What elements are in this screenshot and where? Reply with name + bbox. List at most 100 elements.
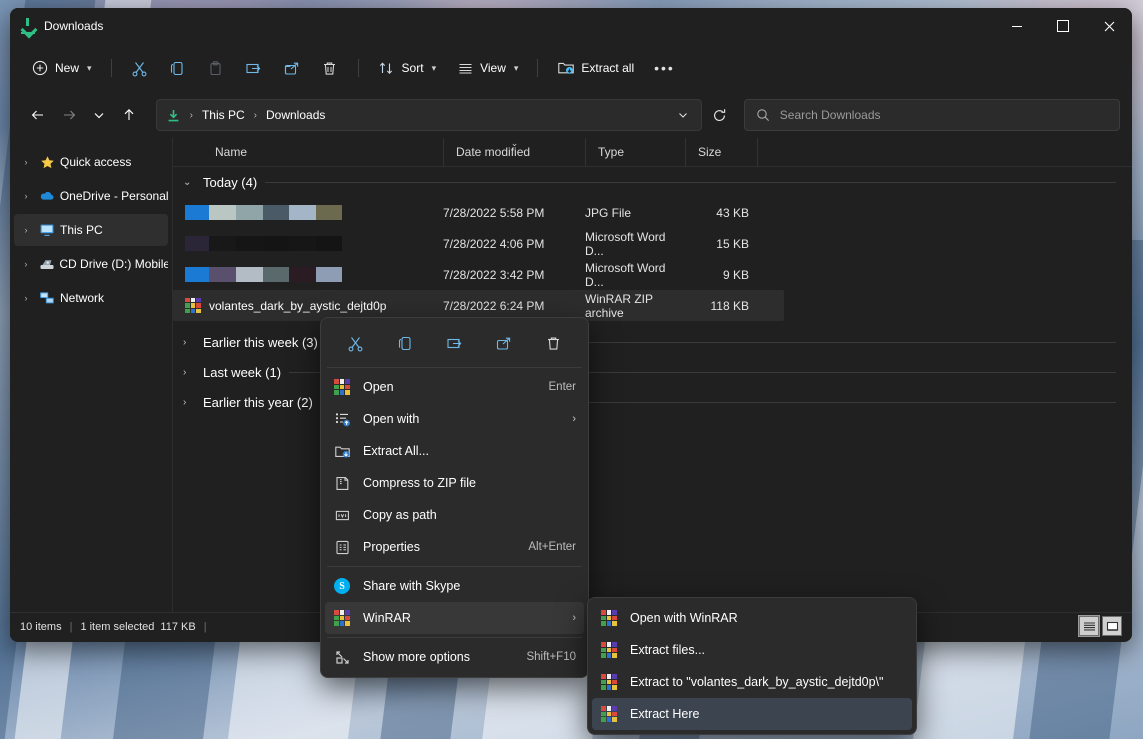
group-header-earlier-this-week[interactable]: › Earlier this week (3) xyxy=(173,327,1132,357)
delete-button[interactable] xyxy=(534,326,572,360)
group-label: Earlier this week (3) xyxy=(203,335,318,350)
close-button[interactable] xyxy=(1086,8,1132,44)
up-button[interactable] xyxy=(115,99,143,131)
submenu-item-extract-here[interactable]: Extract Here xyxy=(592,698,912,730)
sort-button[interactable]: Sort ▾ xyxy=(369,52,446,84)
sidebar-item-onedrive[interactable]: › OneDrive - Personal xyxy=(14,180,168,212)
maximize-button[interactable] xyxy=(1040,8,1086,44)
sidebar-item-cd-drive[interactable]: › CD Drive (D:) Mobile xyxy=(14,248,168,280)
column-header-extra[interactable] xyxy=(757,138,797,167)
winrar-icon xyxy=(600,642,618,658)
menu-item-open-with[interactable]: Open with › xyxy=(325,403,584,435)
menu-item-winrar[interactable]: WinRAR › xyxy=(325,602,584,634)
cut-button[interactable] xyxy=(122,52,158,84)
rename-button[interactable] xyxy=(435,326,473,360)
chevron-right-icon[interactable]: › xyxy=(18,225,34,235)
submenu-item-extract-files[interactable]: Extract files... xyxy=(592,634,912,666)
large-icons-view-icon[interactable] xyxy=(1102,616,1122,636)
minimize-button[interactable] xyxy=(994,8,1040,44)
rename-button[interactable] xyxy=(236,52,272,84)
breadcrumb[interactable]: › This PC › Downloads xyxy=(156,99,702,131)
breadcrumb-item-this-pc[interactable]: This PC xyxy=(196,106,251,124)
column-header-size[interactable]: Size xyxy=(685,138,757,167)
menu-item-label: Share with Skype xyxy=(363,579,576,593)
more-options-icon xyxy=(333,649,351,666)
menu-item-label: Open with xyxy=(363,412,552,426)
recent-locations-button[interactable] xyxy=(85,99,113,131)
menu-item-properties[interactable]: Properties Alt+Enter xyxy=(325,531,584,563)
redacted-filename xyxy=(185,205,342,220)
cut-button[interactable] xyxy=(337,326,375,360)
submenu-item-open-with-winrar[interactable]: Open with WinRAR xyxy=(592,602,912,634)
skype-icon: S xyxy=(333,578,351,594)
group-header-earlier-this-year[interactable]: › Earlier this year (2) xyxy=(173,387,1132,417)
sidebar-item-label: OneDrive - Personal xyxy=(60,189,168,203)
chevron-right-icon[interactable]: › xyxy=(18,293,34,303)
submenu-item-label: Open with WinRAR xyxy=(630,611,904,625)
scissors-icon xyxy=(131,59,149,77)
menu-item-show-more-options[interactable]: Show more options Shift+F10 xyxy=(325,641,584,673)
forward-button[interactable] xyxy=(54,99,82,131)
chevron-down-icon: ▾ xyxy=(432,63,437,74)
sidebar-item-network[interactable]: › Network xyxy=(14,282,168,314)
winrar-icon xyxy=(600,706,618,722)
trash-icon xyxy=(321,59,339,77)
copy-path-icon xyxy=(333,507,351,524)
column-label: Size xyxy=(698,145,721,159)
column-header-name[interactable]: Name xyxy=(173,138,443,167)
table-row[interactable]: 7/28/2022 4:06 PM Microsoft Word D... 15… xyxy=(173,228,1132,259)
menu-item-open[interactable]: Open Enter xyxy=(325,371,584,403)
refresh-button[interactable] xyxy=(706,99,734,131)
window-title: Downloads xyxy=(44,19,103,33)
table-row[interactable]: 7/28/2022 3:42 PM Microsoft Word D... 9 … xyxy=(173,259,1132,290)
column-header-date-modified[interactable]: ⌄ Date modified xyxy=(443,138,585,167)
sidebar-item-quick-access[interactable]: › Quick access xyxy=(14,146,168,178)
disc-drive-icon xyxy=(38,256,56,272)
redacted-filename xyxy=(185,267,342,282)
star-icon xyxy=(38,155,56,170)
window-controls xyxy=(994,8,1132,44)
extract-all-button[interactable]: Extract all xyxy=(548,52,643,84)
copy-button[interactable] xyxy=(160,52,196,84)
breadcrumb-separator-2: › xyxy=(253,110,258,121)
group-header-today[interactable]: ⌄ Today (4) xyxy=(173,167,1132,197)
menu-item-extract-all[interactable]: Extract All... xyxy=(325,435,584,467)
sidebar-item-this-pc[interactable]: › This PC xyxy=(14,214,168,246)
search-input[interactable] xyxy=(780,108,1109,122)
submenu-item-extract-to-folder[interactable]: Extract to "volantes_dark_by_aystic_dejt… xyxy=(592,666,912,698)
chevron-right-icon[interactable]: › xyxy=(183,397,195,408)
details-view-icon[interactable] xyxy=(1079,616,1099,636)
table-row[interactable]: 7/28/2022 5:58 PM JPG File 43 KB xyxy=(173,197,1132,228)
paste-button[interactable] xyxy=(198,52,234,84)
delete-button[interactable] xyxy=(312,52,348,84)
column-label: Date modified xyxy=(456,145,530,159)
cell-type: WinRAR ZIP archive xyxy=(585,290,685,321)
back-button[interactable] xyxy=(24,99,52,131)
menu-item-copy-as-path[interactable]: Copy as path xyxy=(325,499,584,531)
cell-type: Microsoft Word D... xyxy=(585,228,685,259)
submenu-item-label: Extract to "volantes_dark_by_aystic_dejt… xyxy=(630,675,904,689)
new-button[interactable]: New ▾ xyxy=(22,52,101,84)
menu-item-share-with-skype[interactable]: S Share with Skype xyxy=(325,570,584,602)
chevron-right-icon[interactable]: › xyxy=(183,337,195,348)
chevron-right-icon[interactable]: › xyxy=(183,367,195,378)
chevron-right-icon[interactable]: › xyxy=(18,157,34,167)
chevron-right-icon[interactable]: › xyxy=(18,259,34,269)
winrar-submenu: Open with WinRAR Extract files... Extrac… xyxy=(587,597,917,735)
menu-item-compress-to-zip[interactable]: Compress to ZIP file xyxy=(325,467,584,499)
column-header-type[interactable]: Type xyxy=(585,138,685,167)
monitor-icon xyxy=(38,222,56,238)
share-button[interactable] xyxy=(274,52,310,84)
group-header-last-week[interactable]: › Last week (1) xyxy=(173,357,1132,387)
menu-divider xyxy=(327,367,582,368)
search-box[interactable] xyxy=(744,99,1120,131)
share-button[interactable] xyxy=(485,326,523,360)
breadcrumb-item-downloads[interactable]: Downloads xyxy=(260,106,331,124)
breadcrumb-dropdown-button[interactable] xyxy=(671,103,695,127)
copy-button[interactable] xyxy=(386,326,424,360)
menu-item-accelerator: Alt+Enter xyxy=(528,541,576,553)
more-options-button[interactable]: ••• xyxy=(645,52,684,84)
chevron-right-icon[interactable]: › xyxy=(18,191,34,201)
chevron-down-icon[interactable]: ⌄ xyxy=(183,177,195,188)
view-button[interactable]: View ▾ xyxy=(447,52,527,84)
